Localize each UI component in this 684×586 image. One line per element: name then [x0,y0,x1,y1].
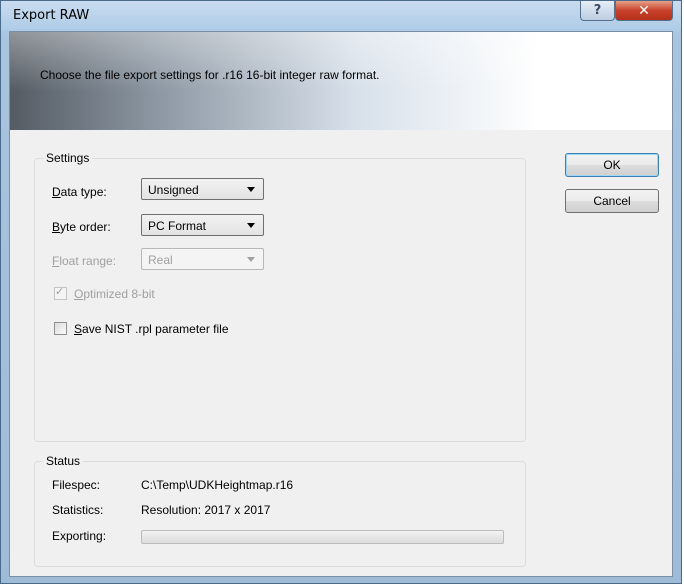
help-button[interactable]: ? [580,1,615,21]
float-range-label: Float range: [52,254,117,268]
optimized-8bit-checkbox: ✓ [54,285,67,300]
byte-order-label: Byte order: [52,220,111,234]
settings-group-title: Settings [43,151,93,165]
exporting-label: Exporting: [52,529,107,543]
chevron-down-icon [247,187,255,192]
help-icon: ? [593,3,602,18]
title-bar[interactable]: Export RAW ? ✕ [1,1,681,31]
checkmark-icon: ✓ [55,285,65,298]
float-range-value: Real [148,253,173,267]
dialog-header-banner: Choose the file export settings for .r16… [10,32,672,130]
dialog-client-area: Choose the file export settings for .r16… [9,31,673,577]
data-type-label: Data type: [52,185,107,199]
filespec-value: C:\Temp\UDKHeightmap.r16 [141,478,294,492]
filespec-label: Filespec: [52,478,101,492]
byte-order-value: PC Format [148,219,207,233]
close-icon: ✕ [638,2,650,19]
byte-order-select[interactable]: PC Format [141,214,264,236]
export-raw-dialog: Export RAW ? ✕ Choose the file export se… [0,0,682,584]
window-title: Export RAW [13,8,90,23]
ok-button[interactable]: OK [565,153,659,177]
close-button[interactable]: ✕ [615,1,673,21]
optimized-8bit-label: Optimized 8-bit [74,287,155,301]
data-type-value: Unsigned [148,183,199,197]
export-progress-bar [141,530,504,544]
save-nist-checkbox[interactable] [54,322,67,335]
statistics-label: Statistics: [52,503,104,517]
statistics-value: Resolution: 2017 x 2017 [141,503,271,517]
header-description: Choose the file export settings for .r16… [40,68,380,82]
save-nist-label[interactable]: Save NIST .rpl parameter file [74,322,229,336]
float-range-select: Real [141,248,264,270]
cancel-button[interactable]: Cancel [565,189,659,213]
chevron-down-icon [247,223,255,228]
status-group-title: Status [43,454,84,468]
chevron-down-icon [247,257,255,262]
status-group: Status [34,454,526,567]
data-type-select[interactable]: Unsigned [141,178,264,200]
